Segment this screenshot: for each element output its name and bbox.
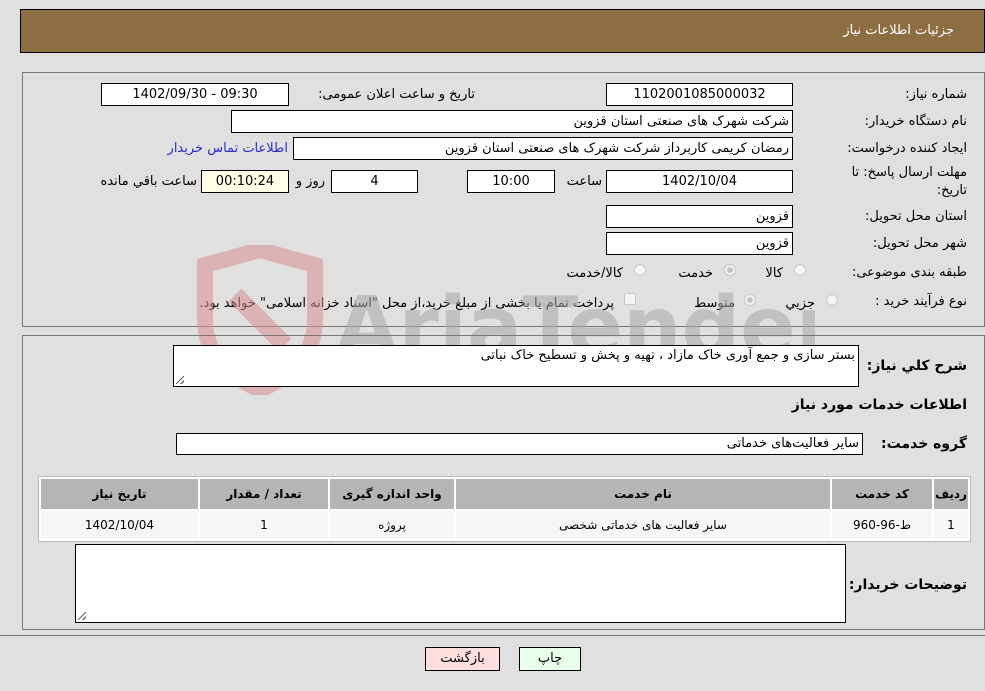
services-section-title: اطلاعات خدمات مورد نیاز: [791, 397, 967, 413]
deadline-label-line1: مهلت ارسال پاسخ: تا: [851, 165, 967, 180]
category-goods-service-label: کالا/خدمت: [566, 266, 623, 281]
services-table: ردیف کد خدمت نام خدمت واحد اندازه گیری ت…: [39, 477, 970, 541]
table-row: 1 ط-96-960 سایر فعالیت های خدماتی شخصی پ…: [41, 511, 968, 539]
cell-service-code: ط-96-960: [832, 511, 932, 539]
col-service-name: نام خدمت: [456, 479, 830, 509]
page-header: جزئیات اطلاعات نیاز: [20, 9, 985, 53]
category-label: طبقه بندی موضوعی:: [851, 265, 967, 280]
description-label: شرح کلي نياز:: [866, 358, 967, 374]
category-service-label: خدمت: [678, 266, 713, 281]
treasury-checkbox[interactable]: [624, 293, 636, 305]
cell-quantity: 1: [200, 511, 328, 539]
resize-grip-icon[interactable]: [176, 376, 184, 384]
back-button[interactable]: بازگشت: [425, 647, 500, 671]
description-textarea[interactable]: بستر سازی و جمع آوری خاک مازاد ، تهیه و …: [173, 345, 859, 387]
purchase-process-label: نوع فرآیند خرید :: [875, 294, 967, 309]
buyer-org-label: نام دستگاه خریدار:: [864, 114, 967, 129]
description-text: بستر سازی و جمع آوری خاک مازاد ، تهیه و …: [480, 348, 855, 363]
deadline-date-field[interactable]: 1402/10/04: [606, 170, 793, 193]
table-header-row: ردیف کد خدمت نام خدمت واحد اندازه گیری ت…: [41, 479, 968, 509]
delivery-province-label: استان محل تحویل:: [865, 209, 967, 224]
delivery-province-field[interactable]: قزوین: [606, 205, 793, 228]
cell-need-date: 1402/10/04: [41, 511, 198, 539]
cell-row-number: 1: [934, 511, 968, 539]
services-table-wrapper: ردیف کد خدمت نام خدمت واحد اندازه گیری ت…: [38, 476, 971, 542]
category-goods-label: کالا: [765, 266, 783, 281]
service-group-label: گروه خدمت:: [881, 436, 967, 452]
cell-service-name: سایر فعالیت های خدماتی شخصی: [456, 511, 830, 539]
remaining-time-label: ساعت باقي مانده: [100, 174, 197, 189]
category-goods-radio[interactable]: [794, 264, 806, 276]
category-goods-service-radio[interactable]: [634, 264, 646, 276]
process-minor-label: جزيي: [785, 296, 815, 311]
col-unit: واحد اندازه گیری: [330, 479, 454, 509]
process-minor-radio[interactable]: [826, 294, 838, 306]
deadline-time-label: ساعت: [566, 174, 602, 189]
col-need-date: تاریخ نیاز: [41, 479, 198, 509]
footer-divider: [0, 635, 985, 636]
resize-grip-icon[interactable]: [78, 612, 86, 620]
delivery-city-field[interactable]: قزوین: [606, 232, 793, 255]
buyer-org-field[interactable]: شرکت شهرک های صنعتی استان قزوین: [231, 110, 793, 133]
announce-datetime-field[interactable]: 1402/09/30 - 09:30: [101, 83, 289, 106]
col-service-code: کد خدمت: [832, 479, 932, 509]
days-label: روز و: [295, 174, 325, 189]
print-button[interactable]: چاپ: [519, 647, 581, 671]
need-number-label: شماره نیاز:: [905, 87, 967, 102]
page-title: جزئیات اطلاعات نیاز: [843, 23, 954, 38]
process-medium-label: متوسط: [694, 296, 735, 311]
remaining-time-field[interactable]: 00:10:24: [201, 170, 289, 193]
category-service-radio[interactable]: [724, 264, 736, 276]
buyer-notes-label: توضیحات خریدار:: [848, 577, 967, 593]
buyer-contact-link[interactable]: اطلاعات تماس خریدار: [168, 141, 288, 156]
process-medium-radio[interactable]: [744, 294, 756, 306]
requester-label: ایجاد کننده درخواست:: [847, 141, 967, 156]
treasury-checkbox-label: پرداخت تمام یا بخشی از مبلغ خرید،از محل …: [199, 296, 614, 311]
col-quantity: تعداد / مقدار: [200, 479, 328, 509]
deadline-time-field[interactable]: 10:00: [467, 170, 555, 193]
cell-unit: پروژه: [330, 511, 454, 539]
buyer-notes-textarea[interactable]: [75, 544, 846, 623]
delivery-city-label: شهر محل تحویل:: [872, 236, 967, 251]
service-group-field[interactable]: سایر فعالیت‌های خدماتی: [176, 433, 863, 455]
need-number-field[interactable]: 1102001085000032: [606, 83, 793, 106]
announce-datetime-value: 1402/09/30 - 09:30: [132, 87, 258, 102]
requester-field[interactable]: رمضان کریمی کاربرداز شرکت شهرک های صنعتی…: [293, 137, 793, 160]
remaining-days-field[interactable]: 4: [331, 170, 418, 193]
announce-datetime-label: تاریخ و ساعت اعلان عمومی:: [318, 87, 475, 102]
col-row-number: ردیف: [934, 479, 968, 509]
deadline-label-line2: تاریخ:: [936, 183, 967, 198]
